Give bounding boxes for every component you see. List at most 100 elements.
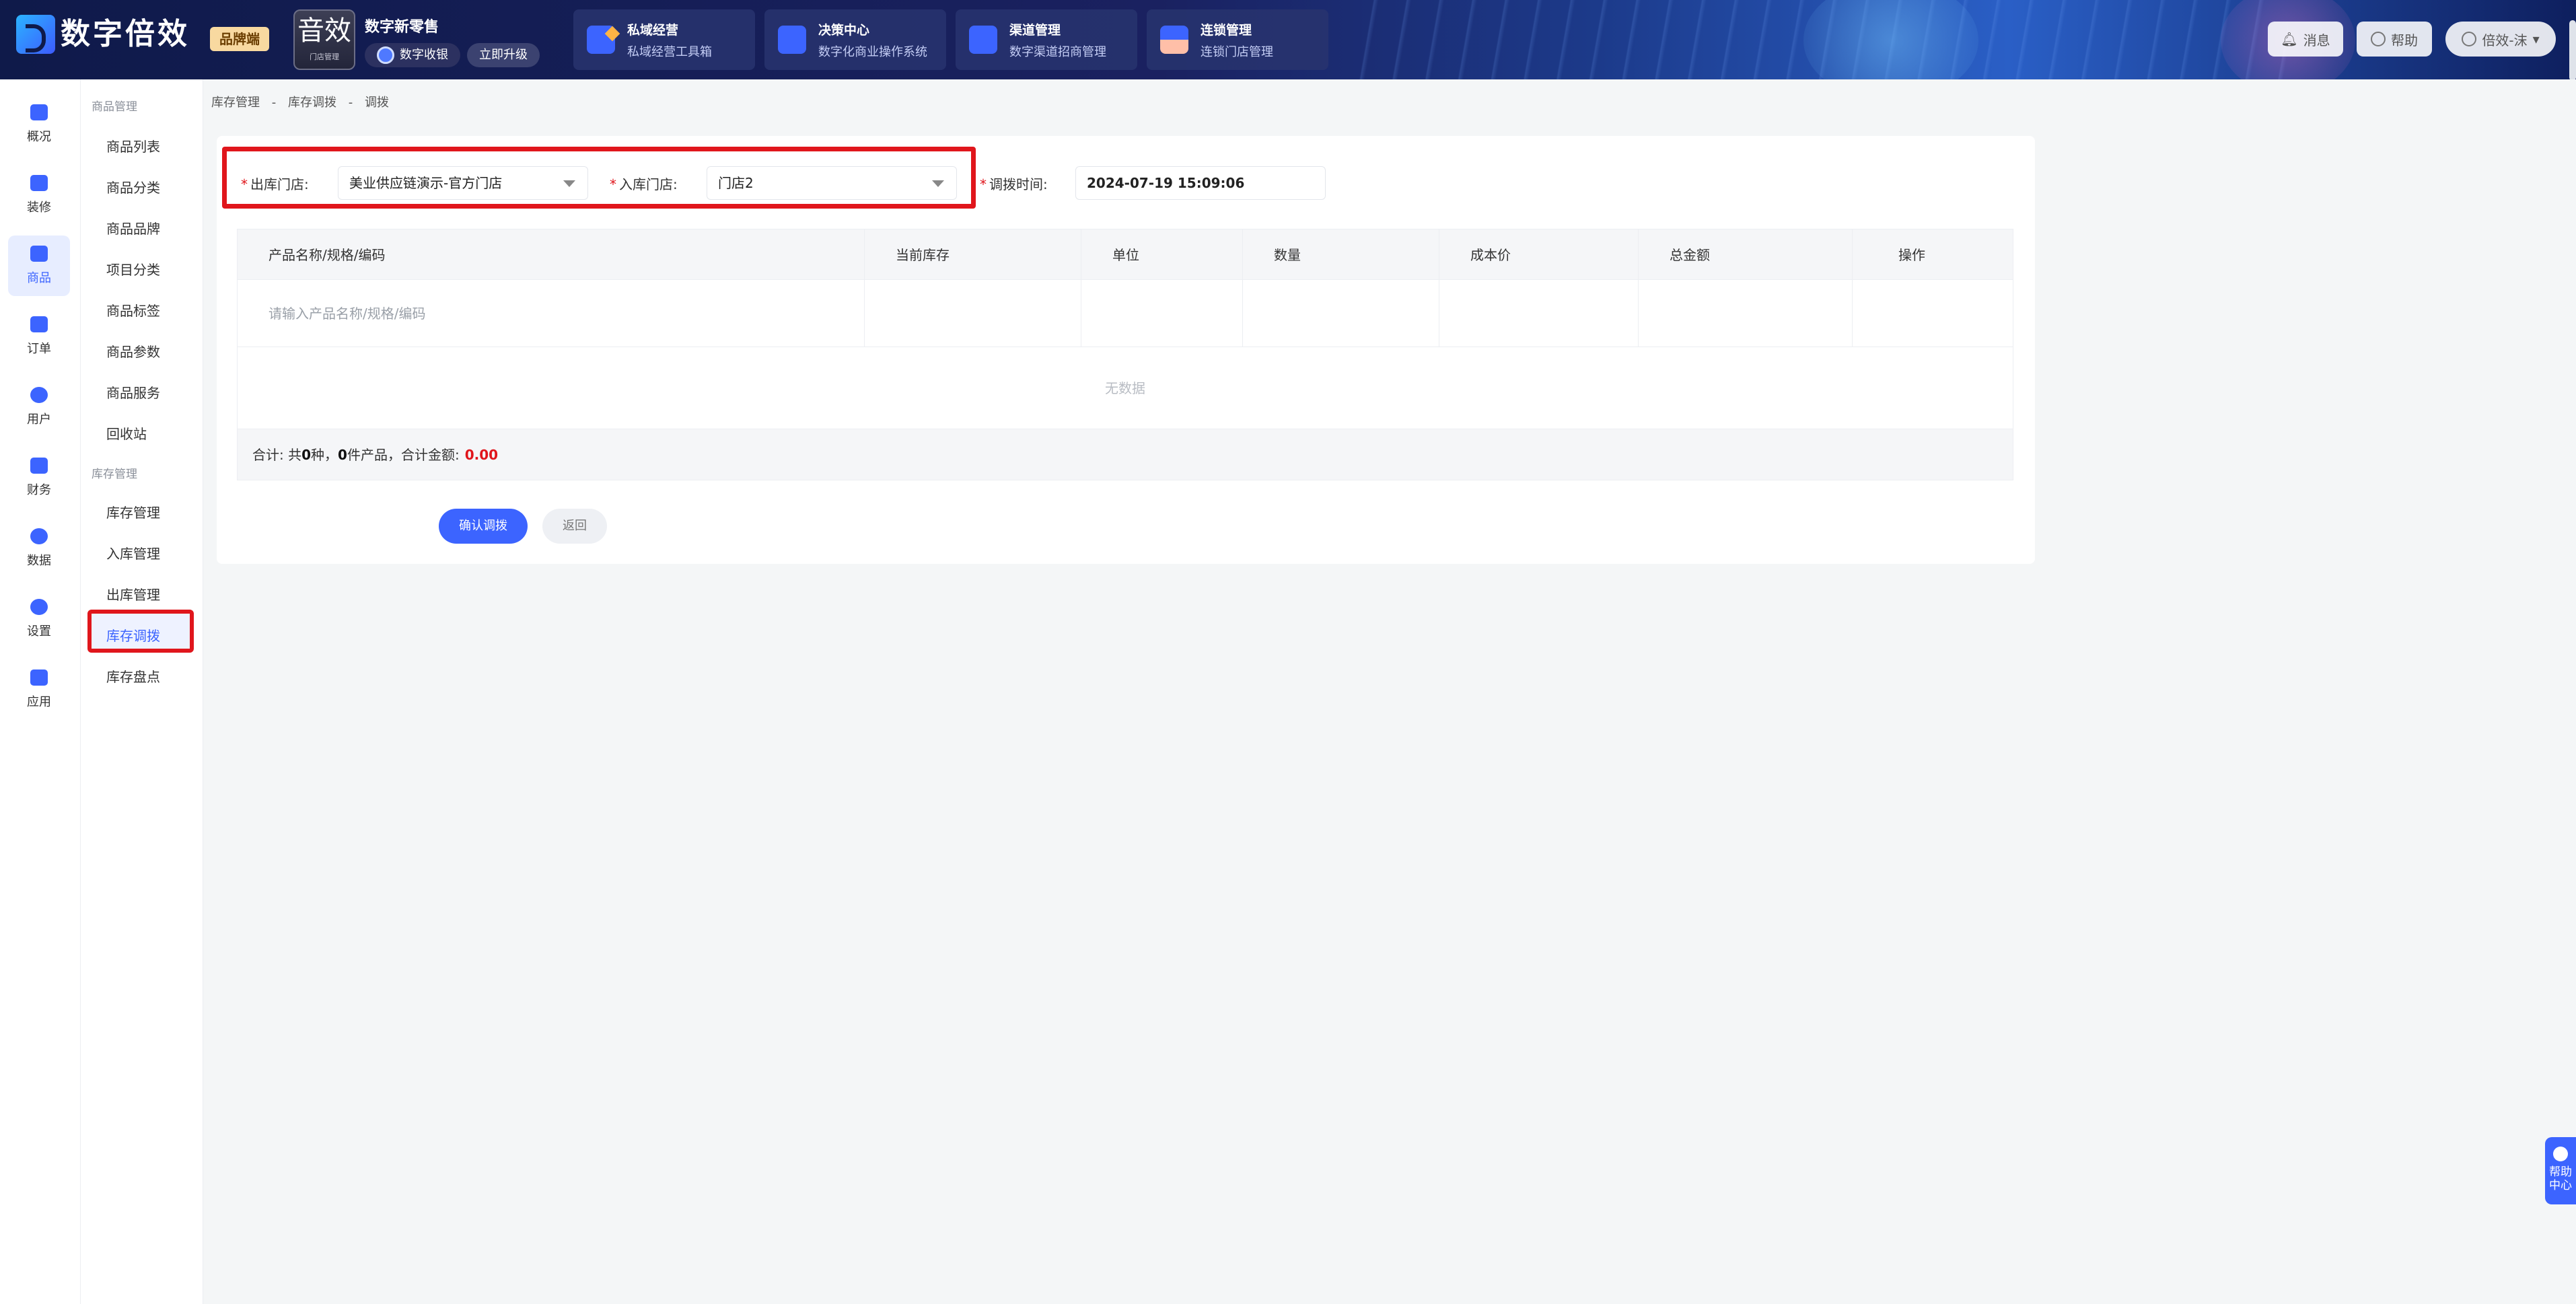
table-cell [1243, 280, 1439, 347]
question-icon [2371, 32, 2386, 46]
primary-nav-rail: 概况 装修 商品 订单 用户 财务 数据 设置 应用 [0, 79, 81, 1304]
nav-card-private[interactable]: 私域经营 私域经营工具箱 [573, 9, 755, 70]
back-button[interactable]: 返回 [542, 509, 607, 544]
submenu-item-recycle-bin[interactable]: 回收站 [106, 423, 147, 443]
product-search-input[interactable]: 请输入产品名称/规格/编码 [238, 280, 865, 347]
rail-label: 用户 [27, 412, 51, 427]
submenu-group-inventory: 库存管理 [92, 468, 137, 481]
table-header: 产品名称/规格/编码 当前库存 单位 数量 成本价 总金额 操作 [237, 229, 2013, 280]
rail-label: 设置 [27, 624, 51, 639]
app-card-subtitle: 门店管理 [310, 52, 339, 61]
submenu-item-inventory[interactable]: 库存管理 [106, 502, 160, 521]
secondary-nav: 商品管理 商品列表 商品分类 商品品牌 项目分类 商品标签 商品参数 商品服务 … [81, 79, 203, 1304]
nav-card-channel[interactable]: 渠道管理 数字渠道招商管理 [956, 9, 1137, 70]
submenu-item-product-list[interactable]: 商品列表 [106, 136, 160, 155]
breadcrumb: 库存管理 - 库存调拨 - 调拨 [211, 93, 397, 110]
retail-title: 数字新零售 [365, 19, 439, 36]
help-float-line1: 帮助 [2549, 1165, 2572, 1179]
rail-item-data[interactable]: 数据 [8, 518, 70, 579]
brush-icon [30, 175, 48, 191]
nav-card-subtitle: 连锁门店管理 [1201, 44, 1273, 59]
bell-icon: 🔔︎ [2281, 31, 2298, 47]
logo-title: 数字倍效 [61, 17, 190, 51]
rail-item-finance[interactable]: 财务 [8, 447, 70, 508]
submenu-item-product-params[interactable]: 商品参数 [106, 341, 160, 361]
user-menu[interactable]: 倍效-沫 ▾ [2445, 22, 2556, 57]
total-items: 0 [338, 447, 347, 463]
highlight-box-stores [222, 147, 976, 209]
table-cell [1081, 280, 1243, 347]
rail-item-apps[interactable]: 应用 [8, 659, 70, 720]
breadcrumb-inventory[interactable]: 库存管理 [211, 96, 260, 110]
gear-icon [30, 599, 48, 615]
submenu-item-project-category[interactable]: 项目分类 [106, 259, 160, 279]
submenu-group-product: 商品管理 [92, 100, 137, 114]
rail-item-settings[interactable]: 设置 [8, 589, 70, 649]
user-icon [30, 387, 48, 403]
total-amount: 0.00 [464, 447, 499, 463]
submenu-item-stocktake[interactable]: 库存盘点 [106, 666, 160, 686]
submenu-item-product-brand[interactable]: 商品品牌 [106, 218, 160, 238]
table-cell [1639, 280, 1853, 347]
cashier-pill[interactable]: 数字收银 [365, 43, 460, 67]
transfer-items-table: 产品名称/规格/编码 当前库存 单位 数量 成本价 总金额 操作 请输入产品名称… [237, 229, 2013, 480]
nav-card-subtitle: 数字渠道招商管理 [1009, 44, 1106, 59]
brand-tag: 品牌端 [210, 27, 269, 51]
message-label: 消息 [2303, 32, 2330, 48]
table-row: 请输入产品名称/规格/编码 [237, 280, 2013, 347]
breadcrumb-separator: - [271, 96, 277, 110]
nav-card-title: 私域经营 [627, 22, 679, 38]
rail-item-orders[interactable]: 订单 [8, 306, 70, 367]
finance-icon [30, 458, 48, 474]
store-icon [1160, 26, 1188, 54]
nav-card-chain[interactable]: 连锁管理 连锁门店管理 [1147, 9, 1328, 70]
submenu-item-product-category[interactable]: 商品分类 [106, 177, 160, 196]
submenu-item-stock-out[interactable]: 出库管理 [106, 584, 160, 604]
column-header: 数量 [1243, 229, 1439, 279]
highlight-box-submenu [87, 610, 194, 653]
confirm-transfer-button[interactable]: 确认调拨 [439, 509, 528, 544]
rail-label: 商品 [27, 271, 51, 285]
chevron-down-icon: ▾ [2532, 31, 2540, 47]
user-label: 倍效-沫 [2482, 32, 2528, 48]
column-header: 产品名称/规格/编码 [238, 229, 865, 279]
nav-card-title: 渠道管理 [1009, 22, 1061, 38]
transfer-time-input[interactable]: 2024-07-19 15:09:06 [1075, 166, 1326, 200]
rail-label: 概况 [27, 130, 51, 144]
breadcrumb-separator: - [348, 96, 353, 110]
transfer-time-label: * 调拨时间: [980, 176, 1048, 192]
breadcrumb-current: 调拨 [364, 96, 389, 110]
retail-product: 数字新零售 数字收银 立即升级 [365, 15, 540, 67]
overview-chart-icon [30, 104, 48, 120]
top-header: 数字倍效 品牌端 音效 门店管理 数字新零售 数字收银 立即升级 私域经营 私域… [0, 0, 2576, 79]
help-center-float[interactable]: 帮助 中心 [2545, 1137, 2576, 1204]
rail-item-decoration[interactable]: 装修 [8, 165, 70, 225]
cashier-icon [377, 46, 394, 64]
rail-label: 应用 [27, 695, 51, 709]
upgrade-button[interactable]: 立即升级 [467, 43, 540, 67]
pie-chart-icon [30, 528, 48, 544]
submenu-item-product-tags[interactable]: 商品标签 [106, 300, 160, 320]
column-header: 总金额 [1639, 229, 1853, 279]
nav-card-decision[interactable]: 决策中心 数字化商业操作系统 [764, 9, 946, 70]
app-logo[interactable]: 数字倍效 [16, 15, 190, 54]
help-label: 帮助 [2391, 32, 2418, 48]
app-switcher-card[interactable]: 音效 门店管理 [293, 9, 355, 70]
rail-item-overview[interactable]: 概况 [8, 94, 70, 155]
rail-label: 数据 [27, 554, 51, 568]
breadcrumb-transfer[interactable]: 库存调拨 [288, 96, 336, 110]
user-avatar-icon [2462, 32, 2477, 46]
rail-item-users[interactable]: 用户 [8, 377, 70, 437]
message-button[interactable]: 🔔︎ 消息 [2268, 22, 2343, 57]
submenu-item-product-service[interactable]: 商品服务 [106, 382, 160, 402]
rail-item-products[interactable]: 商品 [8, 236, 70, 296]
header-scrollbar[interactable] [2569, 20, 2576, 79]
help-float-line2: 中心 [2549, 1179, 2572, 1192]
table-total: 合计: 共0种，0件产品，合计金额: 0.00 [237, 429, 2013, 480]
logo-icon [16, 15, 55, 54]
table-cell [1439, 280, 1639, 347]
column-header: 单位 [1081, 229, 1243, 279]
nav-card-subtitle: 数字化商业操作系统 [818, 44, 927, 59]
help-button[interactable]: 帮助 [2357, 22, 2432, 57]
submenu-item-stock-in[interactable]: 入库管理 [106, 543, 160, 563]
